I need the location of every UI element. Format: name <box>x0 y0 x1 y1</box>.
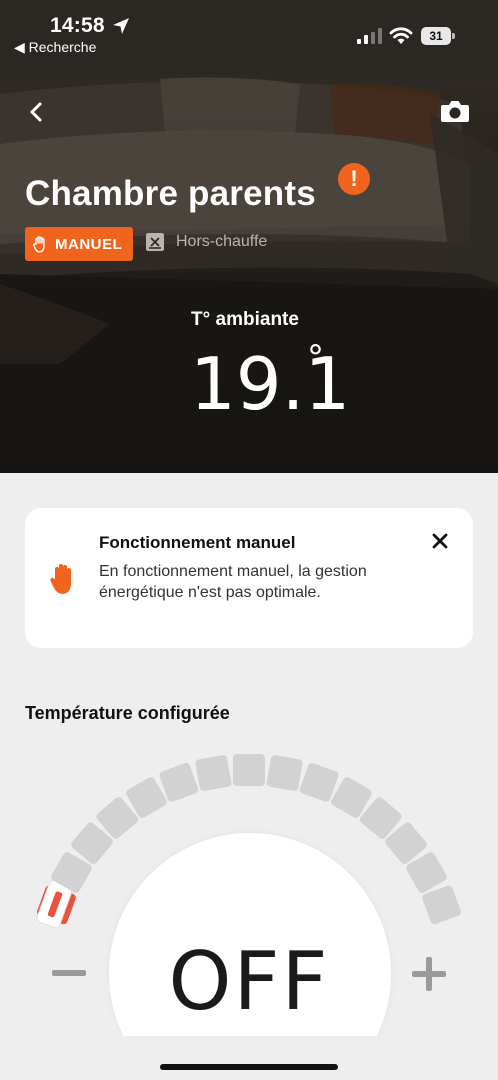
room-hero: Chambre parents ! MANUEL Hors-chauffe T°… <box>0 74 498 473</box>
heating-state: Hors-chauffe <box>146 233 267 251</box>
hand-icon <box>50 564 71 594</box>
ambient-label-text: T° ambiante <box>191 309 299 330</box>
status-bar: 14:58 ◀ Recherche 31 <box>0 0 498 74</box>
heater-off-icon <box>146 233 164 251</box>
home-indicator[interactable] <box>160 1064 338 1070</box>
setpoint-value: OFF <box>168 935 330 1028</box>
battery-icon: 31 <box>421 27 455 45</box>
room-title: Chambre parents <box>25 174 316 213</box>
configured-temperature-title: Température configurée <box>25 703 230 723</box>
status-time: 14:58 <box>50 14 105 37</box>
back-chevron-icon[interactable] <box>22 98 50 126</box>
info-card-title: Fonctionnement manuel <box>99 533 296 552</box>
mode-label: MANUEL <box>55 235 123 253</box>
dial-segment[interactable] <box>195 755 232 792</box>
dial-segment[interactable] <box>233 754 265 786</box>
manual-mode-info-card: Fonctionnement manuel En fonctionnement … <box>25 508 473 648</box>
alert-icon[interactable]: ! <box>338 163 370 195</box>
info-card-text: En fonctionnement manuel, la gestion éne… <box>99 563 367 601</box>
ambient-temperature-value: 19.1 <box>190 342 351 426</box>
ambient-degree-symbol: ° <box>307 338 324 378</box>
hand-icon <box>33 235 45 253</box>
wifi-icon <box>389 27 413 44</box>
dial-segment[interactable] <box>266 755 303 792</box>
camera-icon[interactable] <box>440 98 470 124</box>
ambient-temperature-label: T° ambiante <box>0 309 498 331</box>
back-to-app-link[interactable]: ◀ Recherche <box>14 39 96 56</box>
battery-level: 31 <box>421 27 451 45</box>
location-arrow-icon <box>113 18 129 34</box>
heating-state-label: Hors-chauffe <box>176 233 268 250</box>
signal-icon <box>357 28 382 44</box>
mode-badge[interactable]: MANUEL <box>25 227 134 261</box>
close-icon[interactable] <box>431 532 449 550</box>
bottom-safe-area <box>0 1036 498 1080</box>
